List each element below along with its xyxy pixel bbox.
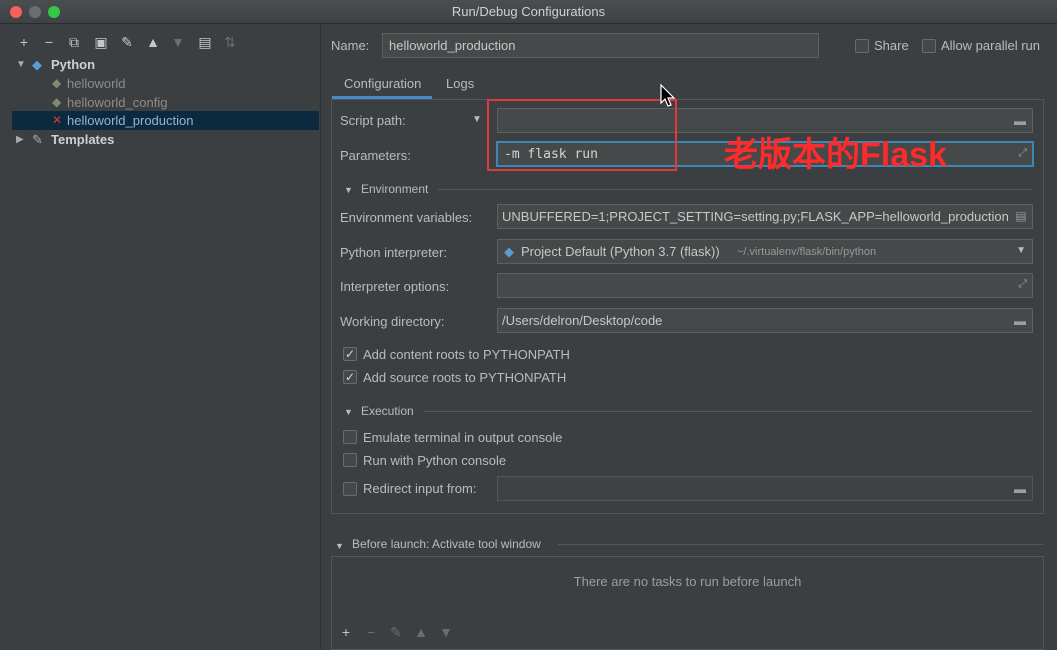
- collapse-arrow-icon[interactable]: ▼: [344, 407, 353, 417]
- parameters-label: Parameters:: [340, 148, 411, 163]
- interpreter-path: ~/.virtualenv/flask/bin/python: [737, 246, 877, 258]
- folder-icon[interactable]: ▬: [1012, 483, 1028, 495]
- tree-item-helloworld-config[interactable]: ◆ helloworld_config: [12, 93, 319, 112]
- error-config-icon: ✕: [52, 113, 63, 127]
- section-divider: [438, 189, 1032, 190]
- folder-icon[interactable]: ▬: [1012, 315, 1028, 327]
- tree-label-helloworld: helloworld: [67, 76, 126, 91]
- share-label: Share: [874, 38, 909, 53]
- name-value: helloworld_production: [389, 38, 516, 53]
- env-vars-value: UNBUFFERED=1;PROJECT_SETTING=setting.py;…: [502, 209, 1009, 224]
- remove-task-icon[interactable]: −: [363, 624, 379, 640]
- working-directory-value: /Users/delron/Desktop/code: [502, 313, 663, 328]
- folder-icon[interactable]: ▬: [1012, 115, 1028, 127]
- chevron-down-icon[interactable]: ▼: [1016, 245, 1026, 256]
- tree-label-helloworld-config: helloworld_config: [67, 95, 168, 110]
- remove-icon[interactable]: −: [41, 34, 57, 50]
- emulate-terminal-label: Emulate terminal in output console: [363, 430, 563, 445]
- add-task-icon[interactable]: +: [338, 624, 354, 640]
- environment-section-title: Environment: [361, 182, 429, 196]
- env-vars-label: Environment variables:: [340, 210, 473, 225]
- redirect-input-field[interactable]: ▬: [497, 476, 1033, 501]
- wrench-icon: ✎: [32, 132, 43, 147]
- tree-item-helloworld[interactable]: ◆ helloworld: [12, 74, 319, 93]
- script-path-dropdown-icon[interactable]: ▼: [472, 114, 482, 125]
- working-directory-field[interactable]: /Users/delron/Desktop/code ▬: [497, 308, 1033, 333]
- add-icon[interactable]: +: [16, 34, 32, 50]
- section-divider: [558, 544, 1044, 545]
- wrench-icon[interactable]: ✎: [119, 34, 135, 50]
- python-console-checkbox[interactable]: [343, 453, 357, 467]
- panel-divider[interactable]: [320, 24, 321, 650]
- move-up-icon[interactable]: ▲: [145, 34, 161, 50]
- redirect-input-label: Redirect input from:: [363, 481, 477, 496]
- edit-env-icon[interactable]: ▤: [1010, 205, 1032, 228]
- interpreter-value: Project Default (Python 3.7 (flask)): [521, 244, 720, 259]
- python-console-label: Run with Python console: [363, 453, 507, 468]
- tree-item-python[interactable]: ▼ ◆ Python: [12, 55, 319, 74]
- collapse-arrow-icon[interactable]: ▼: [335, 541, 344, 551]
- emulate-terminal-checkbox[interactable]: [343, 430, 357, 444]
- move-down-icon[interactable]: ▼: [170, 34, 186, 50]
- name-label: Name:: [331, 38, 370, 53]
- script-path-label: Script path:: [340, 113, 406, 128]
- window-titlebar: Run/Debug Configurations: [0, 0, 1057, 24]
- interpreter-label: Python interpreter:: [340, 245, 447, 260]
- tree-label-python: Python: [51, 57, 96, 72]
- collapse-arrow-icon[interactable]: ▼: [344, 185, 353, 195]
- tree-item-templates[interactable]: ▶ ✎ Templates: [12, 130, 319, 149]
- section-divider: [424, 411, 1032, 412]
- python-icon: ◆: [504, 244, 514, 259]
- tree-label-helloworld-production: helloworld_production: [67, 113, 194, 128]
- tree-item-helloworld-production[interactable]: ✕ helloworld_production: [12, 111, 319, 130]
- tab-configuration[interactable]: Configuration: [344, 76, 421, 91]
- allow-parallel-label: Allow parallel run: [941, 38, 1040, 53]
- window-title: Run/Debug Configurations: [451, 4, 606, 19]
- expand-field-icon[interactable]: ⤢: [1018, 278, 1027, 291]
- python-run-icon: ◆: [52, 95, 62, 109]
- edit-task-icon[interactable]: ✎: [388, 624, 404, 640]
- interpreter-select[interactable]: ◆ Project Default (Python 3.7 (flask)) ~…: [497, 239, 1033, 264]
- name-field[interactable]: helloworld_production: [382, 33, 819, 58]
- source-roots-checkbox[interactable]: ✓: [343, 370, 357, 384]
- before-launch-title: Before launch: Activate tool window: [352, 537, 541, 551]
- expand-arrow-icon[interactable]: ▼: [16, 55, 26, 74]
- content-roots-checkbox[interactable]: ✓: [343, 347, 357, 361]
- before-launch-empty-text: There are no tasks to run before launch: [573, 574, 802, 589]
- share-checkbox[interactable]: [855, 39, 869, 53]
- annotation-text: 老版本的Flask: [724, 136, 947, 174]
- copy-icon[interactable]: ⧉: [66, 34, 82, 50]
- source-roots-label: Add source roots to PYTHONPATH: [363, 370, 567, 385]
- python-icon: ◆: [32, 57, 42, 72]
- mouse-cursor-icon: [660, 84, 676, 107]
- interpreter-options-field[interactable]: ⤢: [497, 273, 1033, 298]
- execution-section-title: Execution: [361, 404, 414, 418]
- expand-arrow-icon[interactable]: ▶: [16, 130, 24, 149]
- highlight-box: [487, 99, 677, 171]
- sort-icon[interactable]: ⇅: [222, 34, 238, 50]
- content-roots-label: Add content roots to PYTHONPATH: [363, 347, 570, 362]
- move-up-icon[interactable]: ▲: [413, 624, 429, 640]
- redirect-input-checkbox[interactable]: [343, 482, 357, 496]
- tree-label-templates: Templates: [51, 132, 115, 147]
- interpreter-options-label: Interpreter options:: [340, 279, 450, 294]
- move-down-icon[interactable]: ▼: [438, 624, 454, 640]
- expand-field-icon[interactable]: ⤢: [1018, 147, 1027, 160]
- tab-logs[interactable]: Logs: [446, 76, 474, 91]
- folder-add-icon[interactable]: ▤: [197, 34, 213, 50]
- save-icon[interactable]: ▣: [93, 34, 109, 50]
- working-directory-label: Working directory:: [340, 314, 445, 329]
- python-run-icon: ◆: [52, 76, 62, 90]
- allow-parallel-checkbox[interactable]: [922, 39, 936, 53]
- env-vars-field[interactable]: UNBUFFERED=1;PROJECT_SETTING=setting.py;…: [497, 204, 1033, 229]
